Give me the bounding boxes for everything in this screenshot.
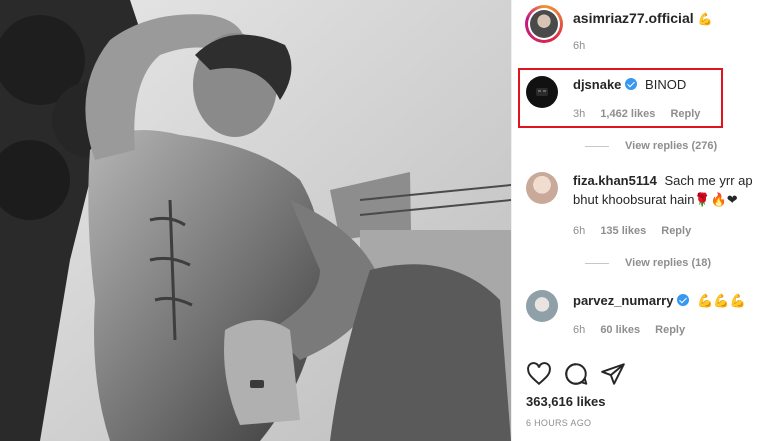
comment-avatar[interactable] [526,172,558,204]
author-username-text[interactable]: asimriaz77.official [573,10,694,26]
view-replies-text[interactable]: View replies (276) [625,140,717,152]
post-photo-graphic [0,0,511,441]
verified-badge-icon [677,294,690,306]
reply-button[interactable]: Reply [670,108,700,120]
reply-button[interactable]: Reply [655,324,685,336]
comment-likes[interactable]: 60 likes [600,324,640,336]
post-photo [0,0,511,441]
view-replies-text[interactable]: View replies (18) [625,257,711,269]
divider-line [585,145,609,147]
comment-time: 3h [573,108,586,120]
post-time-text: 6h [573,40,586,52]
divider-line [585,262,609,264]
post-likes[interactable]: 363,616 likes [526,394,606,409]
comment-2-meta: 6h 135 likes Reply [573,225,703,237]
comment-username[interactable]: fiza.khan5114 [573,173,657,188]
view-replies-button[interactable]: View replies (18) [585,257,711,269]
comment-1-meta: 3h 1,462 likes Reply [573,108,712,120]
comment-avatar[interactable] [526,76,558,108]
comment-text: BINOD [645,77,687,92]
comment-time: 6h [573,324,586,336]
comment-3: parvez_numarry 💪💪💪 [573,291,746,310]
comment-time: 6h [573,225,586,237]
comment-1: djsnake BINOD [573,75,686,94]
avatar-dark-icon [536,88,548,96]
comment-icon[interactable] [563,361,589,387]
comment-likes[interactable]: 1,462 likes [600,108,655,120]
post-timestamp: 6 HOURS AGO [526,418,592,428]
reply-button[interactable]: Reply [661,225,691,237]
author-username[interactable]: asimriaz77.official 💪 [573,10,712,26]
comment-text: 💪💪💪 [697,293,746,308]
flexed-biceps-emoji: 💪 [697,12,713,26]
comment-likes[interactable]: 135 likes [600,225,646,237]
share-icon[interactable] [600,361,626,387]
comment-username[interactable]: djsnake [573,77,621,92]
comments-panel: asimriaz77.official 💪 6h djsnake BINOD 3… [511,0,784,441]
view-replies-button[interactable]: View replies (276) [585,140,717,152]
comment-2: fiza.khan5114 Sach me yrr ap bhut khoobs… [573,171,773,209]
heart-icon[interactable] [526,361,552,387]
author-avatar[interactable] [525,5,563,43]
post-time: 6h [573,40,597,52]
comment-avatar[interactable] [526,290,558,322]
comment-3-meta: 6h 60 likes Reply [573,324,697,336]
comment-username[interactable]: parvez_numarry [573,293,673,308]
verified-badge-icon [625,78,638,90]
